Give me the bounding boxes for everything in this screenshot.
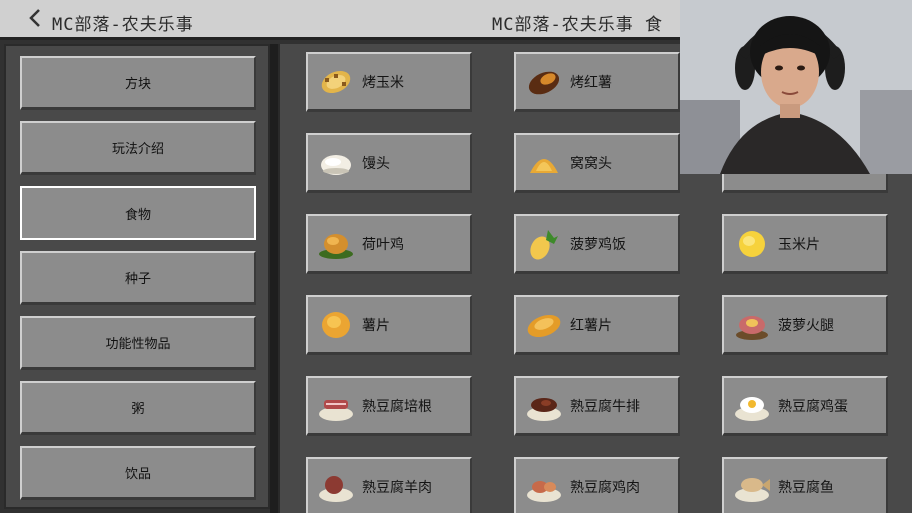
pineapple-chicken-rice-icon [530, 230, 558, 260]
item-label: 菠萝鸡饭 [570, 235, 626, 252]
tofu-chicken-icon [527, 481, 561, 502]
category-porridge-button[interactable]: 粥 [20, 381, 256, 435]
category-gameplay-button[interactable]: 玩法介绍 [20, 121, 256, 175]
item-potato-chips-button[interactable]: 薯片 [306, 295, 472, 355]
corn-bun-icon [530, 159, 558, 173]
item-pineapple-chicken-rice-button[interactable]: 菠萝鸡饭 [514, 214, 680, 274]
category-label: 饮品 [124, 466, 151, 481]
back-button[interactable] [28, 8, 46, 30]
page-title: MC部落-农夫乐事 [52, 15, 194, 35]
item-corn-bun-button[interactable]: 窝窝头 [514, 133, 680, 193]
item-label: 薯片 [362, 316, 390, 333]
item-label: 熟豆腐牛排 [570, 397, 640, 414]
item-label: 烤红薯 [570, 73, 612, 90]
item-label: 荷叶鸡 [362, 235, 404, 252]
tofu-bacon-icon [319, 400, 353, 421]
category-drinks-button[interactable]: 饮品 [20, 446, 256, 500]
item-sweet-potato-chips-button[interactable]: 红薯片 [514, 295, 680, 355]
item-corn-chips-button[interactable]: 玉米片 [722, 214, 888, 274]
item-lotus-chicken-button[interactable]: 荷叶鸡 [306, 214, 472, 274]
category-label: 玩法介绍 [111, 141, 164, 156]
corn-chips-icon [739, 231, 765, 257]
item-tofu-steak-button[interactable]: 熟豆腐牛排 [514, 376, 680, 436]
item-label: 玉米片 [778, 235, 820, 252]
sweet-potato-chips-icon [527, 314, 561, 338]
category-blocks-button[interactable]: 方块 [20, 56, 256, 110]
category-functional-items-button[interactable]: 功能性物品 [20, 316, 256, 370]
tofu-steak-icon [527, 398, 561, 421]
item-label: 熟豆腐鸡蛋 [778, 397, 848, 414]
item-roasted-sweet-potato-button[interactable]: 烤红薯 [514, 52, 680, 112]
item-tofu-chicken-button[interactable]: 熟豆腐鸡肉 [514, 457, 680, 513]
steamed-bun-icon [321, 155, 351, 175]
category-label: 种子 [124, 271, 151, 286]
item-steamed-bun-button[interactable]: 馒头 [306, 133, 472, 193]
roasted-corn-icon [321, 70, 351, 94]
tofu-egg-icon [735, 397, 769, 421]
item-pineapple-ham-button[interactable]: 菠萝火腿 [722, 295, 888, 355]
category-seeds-button[interactable]: 种子 [20, 251, 256, 305]
pineapple-ham-icon [736, 316, 768, 340]
item-label: 熟豆腐鱼 [778, 478, 834, 495]
item-tofu-fish-button[interactable]: 熟豆腐鱼 [722, 457, 888, 513]
tofu-fish-icon [735, 478, 770, 502]
lotus-chicken-icon [319, 234, 353, 259]
category-food-button[interactable]: 食物 [20, 186, 256, 240]
item-tofu-bacon-button[interactable]: 熟豆腐培根 [306, 376, 472, 436]
tofu-mutton-icon [319, 476, 353, 502]
item-label: 熟豆腐培根 [362, 397, 432, 414]
category-label: 方块 [124, 76, 151, 91]
item-label: 窝窝头 [570, 154, 612, 171]
item-roasted-corn-button[interactable]: 烤玉米 [306, 52, 472, 112]
item-label: 熟豆腐羊肉 [362, 478, 432, 495]
category-panel: 方块 玩法介绍 食物 种子 功能性物品 粥 饮品 [4, 44, 270, 509]
chevron-left-icon [29, 9, 40, 27]
item-label: 馒头 [362, 154, 390, 171]
item-tofu-mutton-button[interactable]: 熟豆腐羊肉 [306, 457, 472, 513]
item-label: 烤玉米 [362, 73, 404, 90]
streamer-avatar [680, 0, 912, 174]
category-label: 粥 [131, 401, 145, 416]
potato-chips-icon [322, 312, 350, 338]
roasted-sweet-potato-icon [528, 71, 560, 95]
item-label: 熟豆腐鸡肉 [570, 478, 640, 495]
item-label: 红薯片 [570, 316, 612, 333]
page-title-secondary: MC部落-农夫乐事 食 [492, 15, 663, 35]
item-tofu-egg-button[interactable]: 熟豆腐鸡蛋 [722, 376, 888, 436]
category-label: 食物 [124, 206, 151, 222]
category-label: 功能性物品 [105, 336, 171, 351]
webcam-overlay [680, 0, 912, 174]
panel-divider [270, 44, 278, 513]
item-label: 菠萝火腿 [778, 316, 834, 333]
